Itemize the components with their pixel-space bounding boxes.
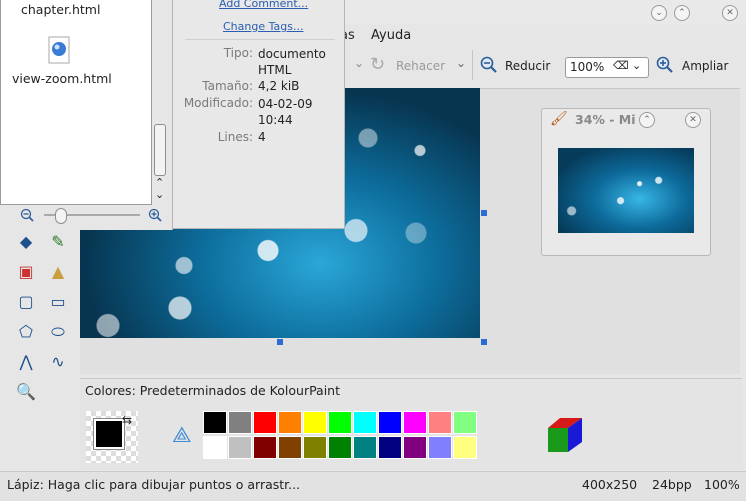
- info-label-lines: Lines:: [217, 130, 253, 144]
- scrollbar-thumb[interactable]: [154, 124, 166, 176]
- palette-swatch[interactable]: [403, 436, 427, 459]
- toolbar-separator: [472, 50, 473, 80]
- colors-prefix: Colores:: [85, 383, 136, 398]
- zoom-out-button[interactable]: Reducir: [505, 59, 550, 73]
- zoom-tool-icon[interactable]: 🔍: [14, 380, 38, 404]
- color-similarity-icon[interactable]: ⟁: [172, 423, 196, 451]
- zoom-in-icon[interactable]: [656, 56, 674, 74]
- color-eraser-icon[interactable]: ▣: [14, 260, 38, 284]
- palette-swatch[interactable]: [353, 411, 377, 434]
- status-color-depth: 24bpp: [652, 477, 692, 492]
- info-value-size: 4,2 kiB: [258, 79, 300, 93]
- status-message: Lápiz: Haga clic para dibujar puntos o a…: [7, 477, 301, 492]
- palette-swatch[interactable]: [453, 436, 477, 459]
- rounded-rectangle-icon[interactable]: ▢: [14, 290, 38, 314]
- information-panel: Add Comment... Change Tags... Tipo: docu…: [172, 0, 345, 229]
- color-box: Colores: Predeterminados de KolourPaint …: [80, 378, 742, 469]
- close-icon[interactable]: ✕: [722, 5, 738, 21]
- chevron-up-icon[interactable]: ⌃: [674, 5, 690, 21]
- redo-button[interactable]: Rehacer: [396, 59, 445, 73]
- status-image-size: 400x250: [582, 477, 638, 492]
- polygon-icon[interactable]: ⬠: [14, 320, 38, 344]
- menu-item-help[interactable]: Ayuda: [371, 28, 411, 43]
- scroll-down-icon[interactable]: ⌄: [155, 188, 164, 201]
- palette-swatch[interactable]: [228, 436, 252, 459]
- chevron-up-icon[interactable]: ⌃: [639, 112, 655, 128]
- color-scheme-name[interactable]: Predeterminados de KolourPaint: [140, 383, 340, 398]
- palette-swatch[interactable]: [428, 411, 452, 434]
- file-list[interactable]: chapter.html view-zoom.html: [0, 0, 152, 205]
- redo-dropdown-arrow-icon[interactable]: ⌄: [456, 56, 466, 70]
- fill-icon[interactable]: ◆: [14, 230, 38, 254]
- palette-swatch[interactable]: [353, 436, 377, 459]
- zoom-in-icon[interactable]: [148, 208, 162, 222]
- polyline-icon[interactable]: ⋀: [14, 350, 38, 374]
- paintbrush-icon: 🖌: [550, 111, 568, 127]
- ellipse-icon[interactable]: ⬭: [46, 320, 70, 344]
- curve-icon[interactable]: ∿: [46, 350, 70, 374]
- status-zoom: 100%: [704, 477, 740, 492]
- cube-icon: [546, 416, 586, 456]
- palette-swatch[interactable]: [453, 411, 477, 434]
- info-label-type: Tipo:: [223, 46, 253, 60]
- title-bar: ⌄ ⌃ ✕: [340, 0, 746, 24]
- resize-handle-bottom[interactable]: [277, 339, 283, 345]
- palette-swatch[interactable]: [228, 411, 252, 434]
- palette-swatch[interactable]: [328, 411, 352, 434]
- info-label-size: Tamaño:: [202, 79, 253, 93]
- color-cells-area: ⇆: [86, 411, 138, 463]
- swap-colors-icon[interactable]: ⇆: [122, 413, 132, 427]
- palette-swatch[interactable]: [403, 411, 427, 434]
- palette-swatch[interactable]: [378, 436, 402, 459]
- clear-text-icon[interactable]: ⌫: [613, 59, 629, 73]
- info-value-lines: 4: [258, 130, 266, 144]
- slider-handle[interactable]: [55, 208, 67, 224]
- undo-dropdown-arrow-icon[interactable]: ⌄: [354, 56, 364, 70]
- status-bar: Lápiz: Haga clic para dibujar puntos o a…: [0, 471, 746, 501]
- color-palette: [203, 411, 503, 461]
- add-comment-link[interactable]: Add Comment...: [219, 0, 308, 10]
- zoom-value[interactable]: 100%: [570, 60, 604, 74]
- change-tags-link[interactable]: Change Tags...: [223, 20, 303, 33]
- spraycan-icon[interactable]: ▲: [46, 260, 70, 284]
- zoom-out-icon[interactable]: [20, 208, 34, 222]
- palette-swatch[interactable]: [203, 436, 227, 459]
- palette-swatch[interactable]: [278, 411, 302, 434]
- palette-swatch[interactable]: [428, 436, 452, 459]
- resize-handle-right[interactable]: [481, 210, 487, 216]
- palette-swatch[interactable]: [278, 436, 302, 459]
- palette-swatch[interactable]: [303, 436, 327, 459]
- info-divider: [185, 39, 335, 40]
- file-item-chapter[interactable]: chapter.html: [21, 2, 100, 17]
- palette-swatch[interactable]: [253, 411, 277, 434]
- foreground-color[interactable]: [93, 418, 125, 450]
- thumbnail-title: 34% - Mi: [575, 112, 636, 127]
- zoom-in-button[interactable]: Ampliar: [682, 59, 728, 73]
- rectangle-icon[interactable]: ▭: [46, 290, 70, 314]
- redo-icon[interactable]: ↻: [370, 54, 394, 75]
- info-value-modified: 04-02-09 10:44: [258, 97, 313, 127]
- palette-swatch[interactable]: [253, 436, 277, 459]
- color-picker-icon[interactable]: ✎: [46, 230, 70, 254]
- resize-handle-corner[interactable]: [481, 339, 487, 345]
- palette-swatch[interactable]: [328, 436, 352, 459]
- html-file-icon[interactable]: [47, 36, 71, 64]
- chevron-down-icon[interactable]: ⌄: [632, 59, 641, 72]
- info-label-modified: Modificado:: [183, 96, 253, 110]
- close-icon[interactable]: ✕: [685, 112, 701, 128]
- main-toolbar: ⌄ ↻ Rehacer ⌄ Reducir Ampliar: [340, 48, 746, 84]
- file-item-view-zoom[interactable]: view-zoom.html: [12, 71, 112, 86]
- chevron-down-icon[interactable]: ⌄: [651, 5, 667, 21]
- thumbnail-image: [558, 148, 694, 233]
- menu-bar: as Ayuda: [340, 24, 746, 46]
- info-value-type: documento HTML: [258, 47, 326, 77]
- zoom-combobox[interactable]: 100% ⌫ ⌄: [565, 57, 649, 78]
- palette-swatch[interactable]: [303, 411, 327, 434]
- palette-swatch[interactable]: [203, 411, 227, 434]
- tool-box: ◆ ✎ ▣ ▲ ▢ ▭ ⬠ ⬭ ⋀ ∿ 🔍: [0, 228, 80, 408]
- file-list-scrollbar[interactable]: ⌃ ⌄: [153, 0, 167, 201]
- palette-swatch[interactable]: [378, 411, 402, 434]
- colors-label: Colores: Predeterminados de KolourPaint: [85, 383, 340, 398]
- zoom-out-icon[interactable]: [480, 56, 498, 74]
